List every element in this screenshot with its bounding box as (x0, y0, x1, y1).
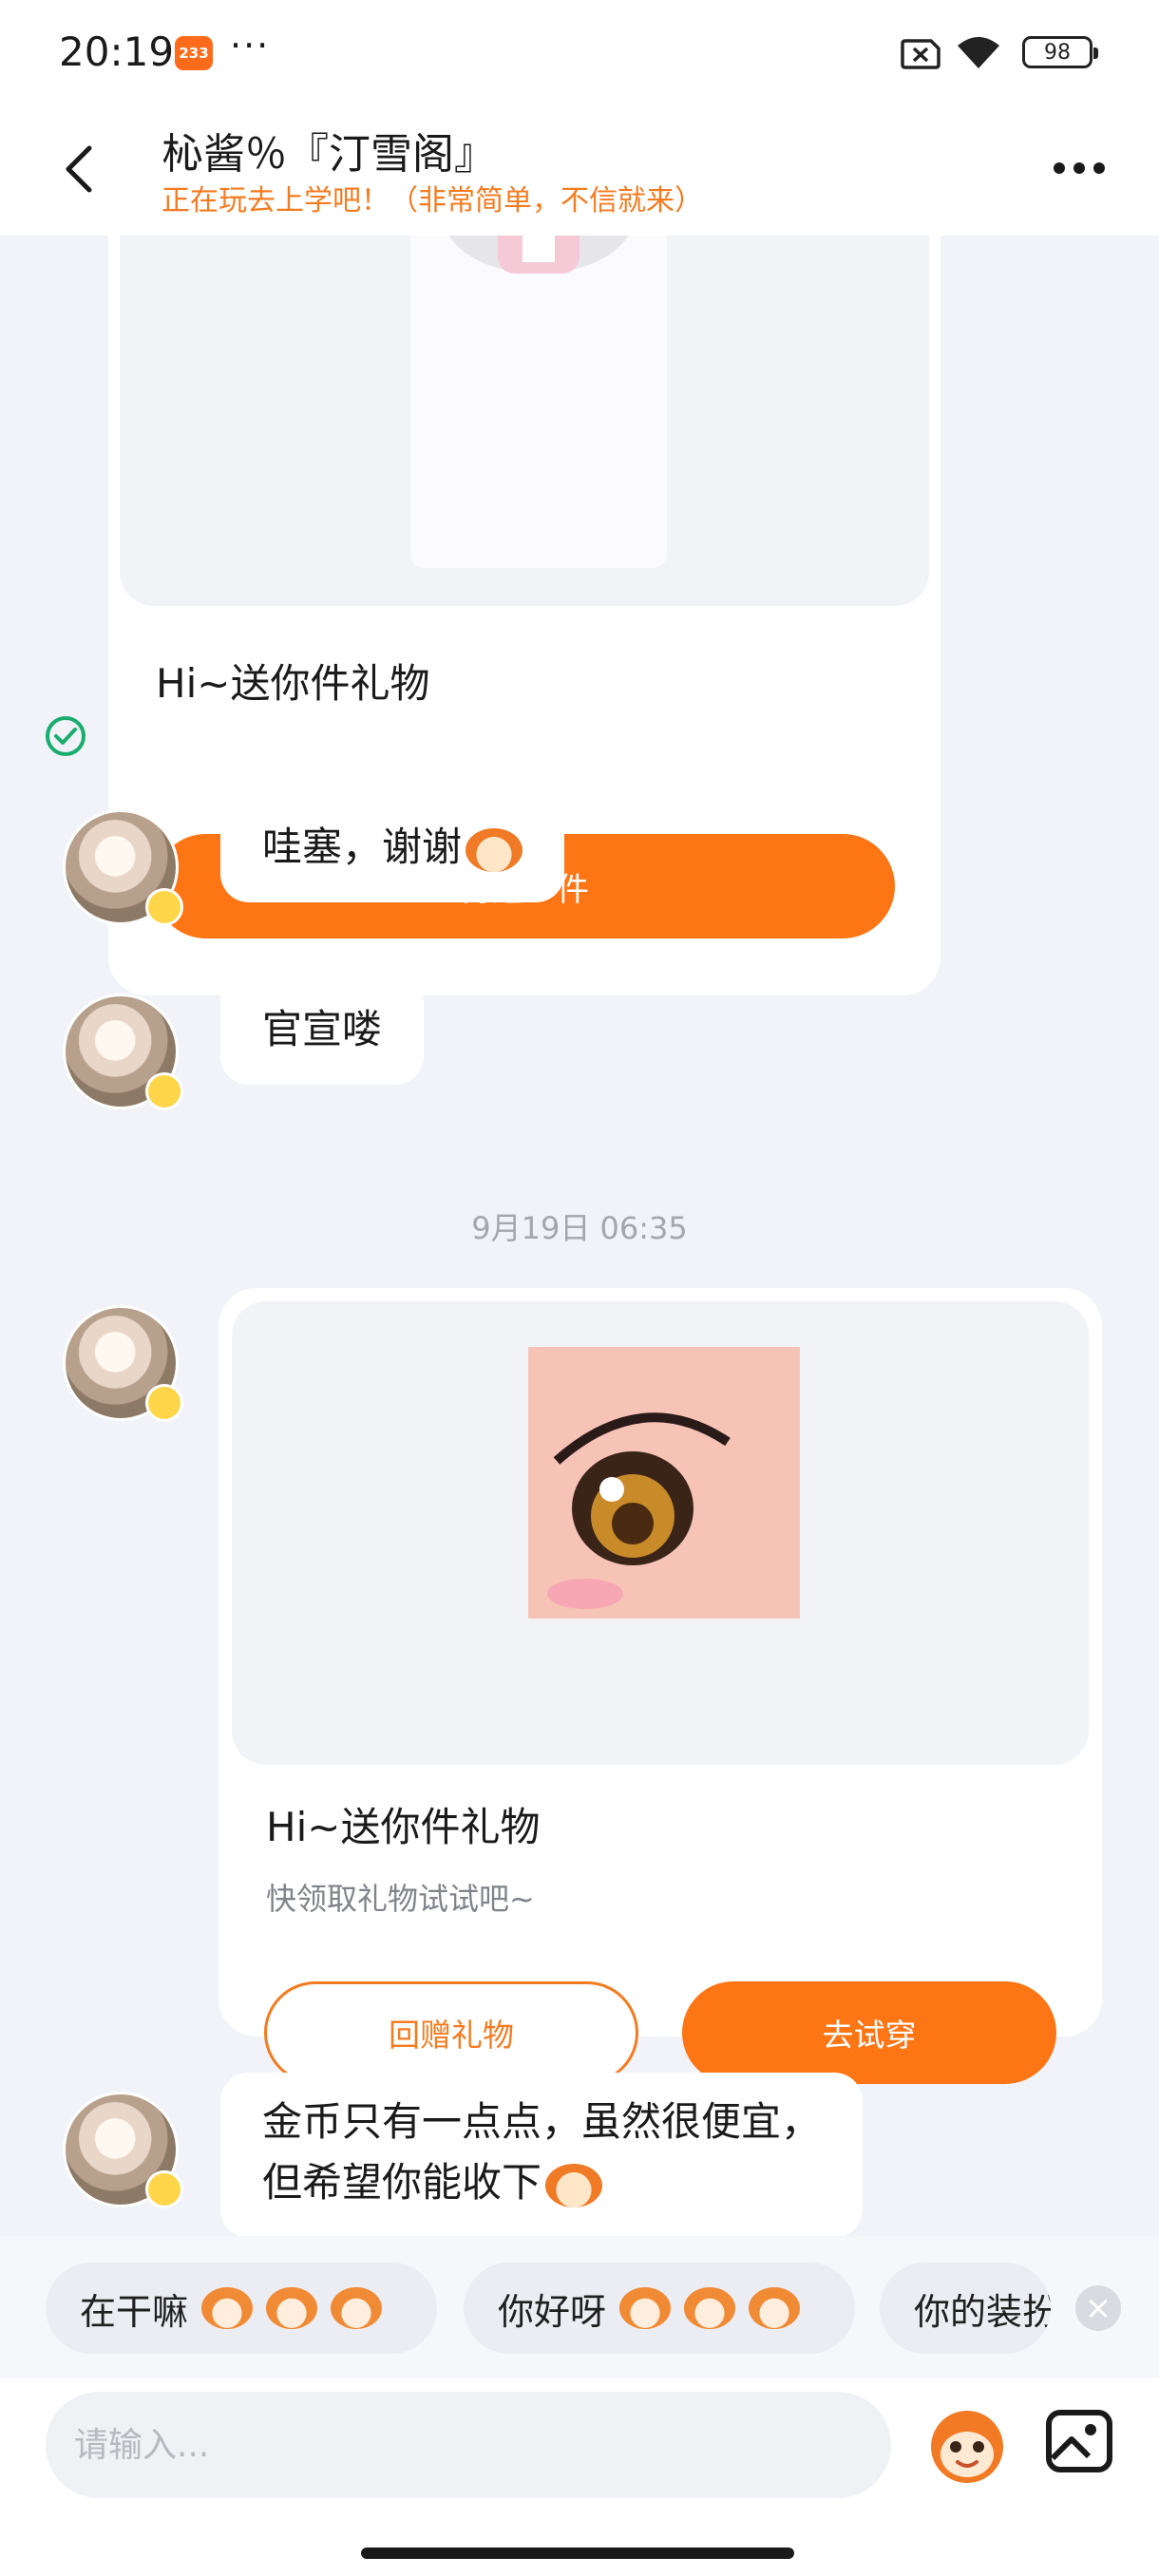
dot-icon (1054, 162, 1065, 174)
close-quick-replies-button[interactable]: × (1075, 2285, 1121, 2331)
message-text-line: 金币只有一点点，虽然很便宜， (262, 2098, 822, 2145)
home-indicator[interactable] (361, 2548, 794, 2559)
avatar[interactable] (63, 1305, 183, 1422)
gift-preview-image (232, 1301, 1089, 1765)
monkey-emoji-icon (331, 2287, 383, 2329)
gift-message: Hi~送你件礼物 (156, 660, 430, 707)
monkey-emoji-icon (545, 2163, 603, 2207)
avatar[interactable] (63, 809, 183, 926)
anime-eye-icon (547, 1412, 731, 1609)
message-input[interactable] (46, 2392, 891, 2498)
monkey-emoji-icon (201, 2287, 254, 2329)
notification-app-badge: 233 (175, 36, 213, 70)
message-text: 哇塞，谢谢 (262, 824, 463, 870)
avatar-badge-icon (145, 888, 183, 926)
gift-item-image (528, 1347, 800, 1619)
status-time: 20:19 (59, 28, 175, 75)
status-bar: 20:19 233 ··· 98 (0, 0, 1159, 104)
emoji-picker-icon[interactable] (922, 2397, 1013, 2489)
chat-subtitle[interactable]: 正在玩去上学吧！（非常简单，不信就来） (162, 177, 703, 218)
avatar-badge-icon (145, 1072, 183, 1110)
avatar[interactable] (63, 994, 183, 1110)
image-picker-icon[interactable] (1041, 2403, 1117, 2479)
quick-reply-label: 你好呀 (498, 2290, 607, 2333)
avatar-badge-icon (145, 2170, 183, 2208)
no-sim-icon (901, 39, 940, 69)
gift-card-received: Hi~送你件礼物 快领取礼物试试吧~ 回赠礼物 去试穿 (218, 1288, 1102, 2084)
gift-message: Hi~送你件礼物 (266, 1804, 541, 1850)
gift-preview-image (120, 236, 929, 606)
quick-reply-chip[interactable]: 在干嘛 (46, 2263, 437, 2354)
quick-reply-chip[interactable]: 你好呀 (464, 2263, 855, 2354)
chat-title: 杺酱％『汀雪阁』 (162, 130, 496, 179)
message-bubble[interactable]: 哇塞，谢谢 (220, 792, 565, 902)
read-check-icon (46, 716, 86, 756)
gift-character-image (410, 236, 667, 568)
input-bar (0, 2378, 1159, 2576)
message-list[interactable]: Hi~送你件礼物 再送一件 哇塞，谢谢 官宣喽 9月19日 06:35 (0, 236, 1159, 2236)
message-bubble[interactable]: 官宣喽 (220, 975, 425, 1085)
monkey-emoji-icon (266, 2287, 318, 2329)
monkey-emoji-icon (466, 827, 523, 872)
message-text-line: 但希望你能收下 (262, 2159, 542, 2206)
message-timestamp: 9月19日 06:35 (471, 1210, 688, 1246)
quick-reply-label: 你的装扮 (914, 2290, 1051, 2333)
message-bubble[interactable]: 金币只有一点点，虽然很便宜， 但希望你能收下 (220, 2073, 864, 2236)
battery-level: 98 (1044, 40, 1071, 65)
back-arrow-icon[interactable] (53, 141, 110, 198)
more-options-button[interactable] (1045, 154, 1113, 182)
return-gift-button[interactable]: 回赠礼物 (264, 1981, 638, 2084)
chat-header: 杺酱％『汀雪阁』 正在玩去上学吧！（非常简单，不信就来） (0, 104, 1159, 236)
try-on-button[interactable]: 去试穿 (682, 1981, 1056, 2084)
dot-icon (1093, 162, 1105, 174)
quick-reply-chip[interactable]: 你的装扮 (880, 2263, 1051, 2354)
message-text: 官宣喽 (262, 1006, 383, 1052)
monkey-emoji-icon (749, 2287, 801, 2329)
avatar[interactable] (63, 2092, 183, 2208)
more-notifications-icon: ··· (230, 25, 271, 66)
wifi-icon (958, 37, 999, 68)
dot-icon (1074, 162, 1085, 174)
quick-reply-bar[interactable]: 在干嘛 你好呀 你的装扮 × (0, 2236, 1159, 2378)
gift-hint: 快领取礼物试试吧~ (266, 1881, 535, 1917)
quick-reply-label: 在干嘛 (80, 2290, 189, 2333)
battery-icon: 98 (1022, 36, 1098, 68)
monkey-emoji-icon (684, 2287, 736, 2329)
avatar-badge-icon (145, 1384, 183, 1422)
monkey-emoji-icon (619, 2287, 672, 2329)
character-figure-icon (448, 236, 629, 274)
